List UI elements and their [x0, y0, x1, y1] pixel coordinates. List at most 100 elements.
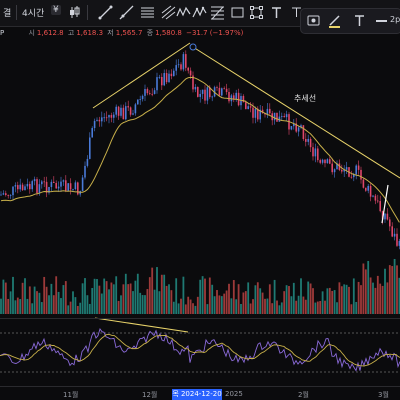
volume-bar — [211, 284, 214, 314]
candle-body — [103, 117, 105, 119]
volume-bar — [16, 297, 19, 314]
candle-body — [93, 120, 96, 129]
candle-body — [283, 116, 285, 118]
pane-divider[interactable] — [0, 318, 400, 319]
volume-bar — [204, 278, 206, 314]
volume-bar — [196, 296, 199, 314]
candle-body — [187, 67, 189, 71]
volume-bar — [100, 293, 103, 314]
candle-body — [341, 169, 343, 172]
candle-body — [108, 115, 110, 118]
candle-body — [24, 186, 26, 191]
volume-bar — [172, 301, 175, 314]
candle-body — [237, 92, 240, 106]
volume-bar — [146, 289, 149, 314]
volume-bar — [110, 282, 113, 314]
candle-body — [180, 64, 182, 70]
volume-bar — [120, 295, 122, 314]
candle-body — [389, 219, 391, 227]
candle-body — [321, 159, 324, 163]
candle-body — [43, 181, 45, 183]
volume-bar — [326, 288, 329, 314]
volume-bar — [381, 285, 384, 314]
candle-body — [41, 181, 43, 185]
volume-bar — [283, 291, 286, 314]
volume-bar — [362, 263, 365, 314]
volume-bar — [93, 278, 96, 314]
volume-bar — [372, 282, 374, 314]
candle-body — [305, 138, 307, 142]
volume-bar — [182, 276, 185, 314]
volume-bar — [187, 296, 190, 314]
volume-bar — [122, 284, 125, 314]
candle-body — [369, 185, 372, 197]
volume-bar — [103, 278, 106, 314]
volume-bar — [336, 302, 338, 314]
volume-bar — [295, 300, 298, 314]
candle-body — [38, 184, 41, 194]
volume-bar — [340, 286, 343, 314]
volume-bar — [55, 276, 58, 314]
volume-bar — [24, 278, 26, 314]
candle-body — [0, 194, 2, 196]
rsi-pane — [0, 320, 400, 386]
volume-bar — [144, 295, 146, 314]
volume-bar — [328, 287, 331, 314]
volume-bar — [76, 305, 79, 314]
volume-bar — [14, 300, 17, 314]
candle-body — [33, 179, 36, 182]
pane-divider[interactable] — [0, 386, 400, 387]
candle-body — [245, 102, 247, 110]
candle-body — [29, 183, 31, 190]
candle-body — [177, 64, 180, 66]
volume-bar — [40, 302, 43, 314]
candle-body — [91, 128, 93, 138]
candle-body — [372, 195, 374, 197]
candle-body — [170, 73, 173, 77]
candle-body — [216, 87, 218, 89]
candle-body — [228, 91, 230, 102]
price-chart[interactable] — [0, 0, 400, 388]
candle-body — [5, 193, 7, 195]
candle-body — [247, 106, 249, 110]
volume-bar — [309, 283, 312, 314]
volume-bar — [136, 273, 139, 314]
volume-bar — [300, 278, 302, 314]
volume-bar — [117, 300, 120, 314]
volume-bar — [338, 282, 341, 314]
candle-body — [14, 185, 17, 187]
candle-body — [72, 189, 74, 190]
candle-body — [86, 158, 89, 166]
volume-bar — [91, 287, 94, 314]
candle-body — [89, 137, 91, 159]
candle-body — [173, 70, 175, 77]
volume-bar — [12, 276, 14, 314]
candle-body — [115, 106, 117, 115]
volume-bar — [357, 281, 360, 314]
candle-body — [362, 179, 365, 188]
trendline-label[interactable]: 추세선 — [294, 93, 316, 104]
candle-body — [36, 179, 38, 194]
candle-body — [19, 184, 21, 190]
volume-bar — [292, 282, 295, 314]
volume-bar — [19, 299, 22, 314]
candle-body — [134, 104, 137, 114]
volume-series — [0, 258, 400, 314]
candle-body — [17, 185, 19, 190]
candle-body — [211, 96, 213, 98]
candle-body — [21, 184, 24, 191]
volume-bar — [151, 267, 154, 314]
candle-body — [386, 213, 389, 220]
volume-bar — [74, 297, 77, 314]
volume-bar — [139, 292, 142, 314]
candle-body — [384, 213, 386, 220]
volume-bar — [268, 284, 271, 314]
volume-bar — [132, 291, 134, 314]
candle-body — [269, 108, 271, 114]
volume-bar — [115, 276, 118, 314]
volume-bar — [314, 302, 317, 314]
volume-bar — [321, 291, 324, 314]
volume-bar — [316, 301, 319, 314]
candle-body — [276, 112, 278, 122]
candle-body — [144, 89, 146, 96]
